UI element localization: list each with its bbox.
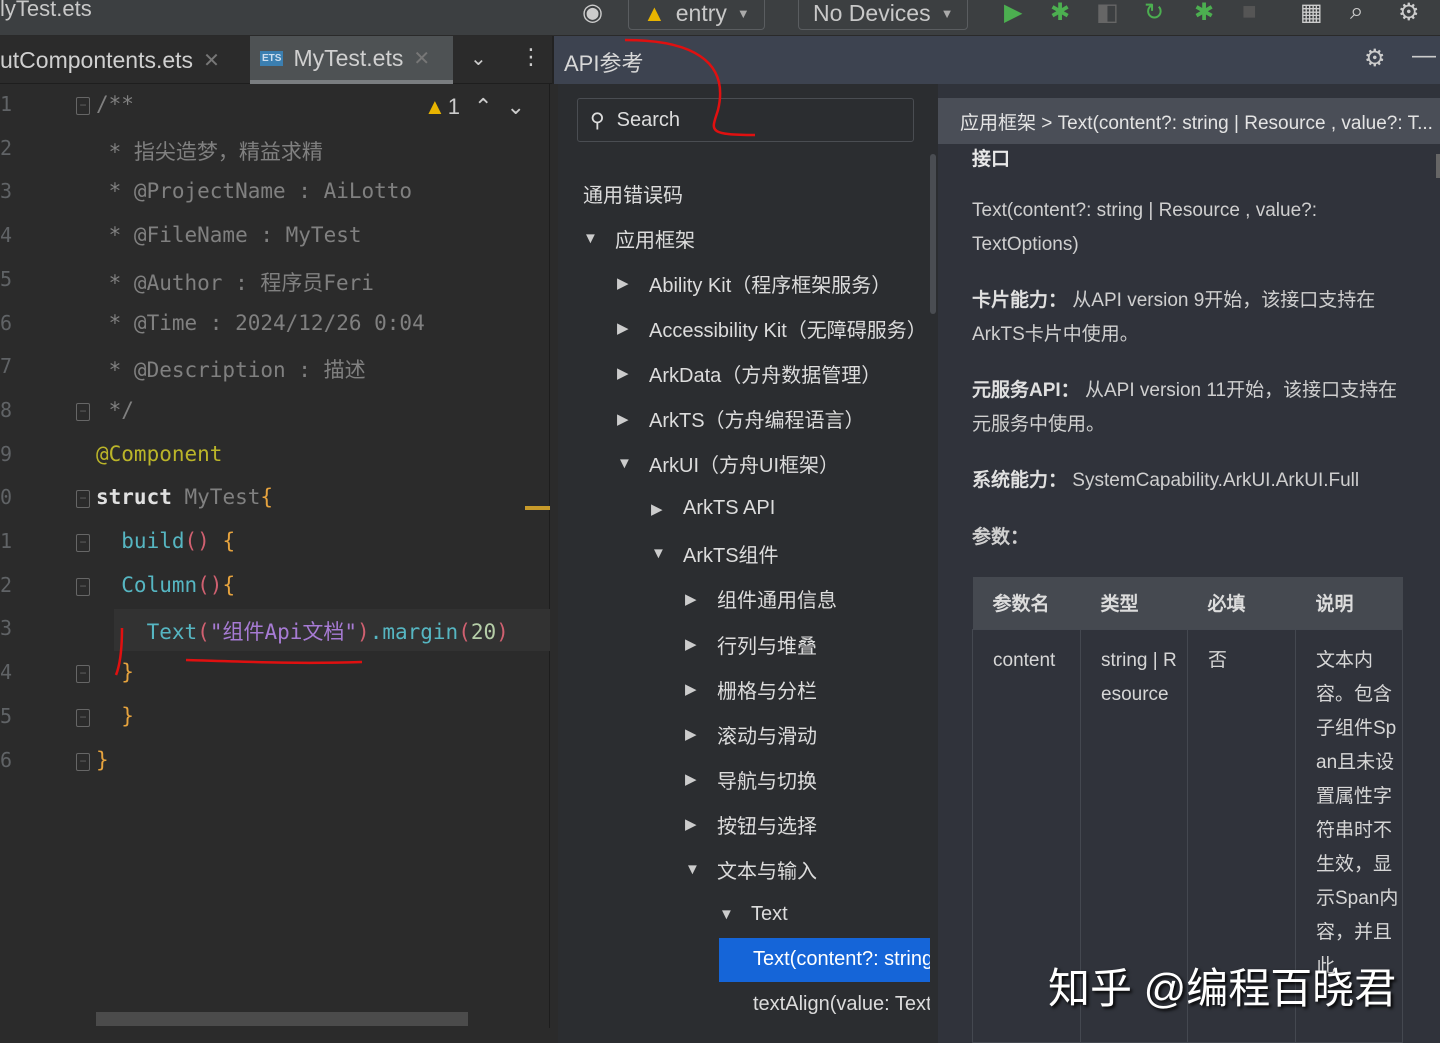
red-annotation (114, 38, 756, 676)
watermark: 知乎 @编程百晓君 (1048, 965, 1397, 1012)
